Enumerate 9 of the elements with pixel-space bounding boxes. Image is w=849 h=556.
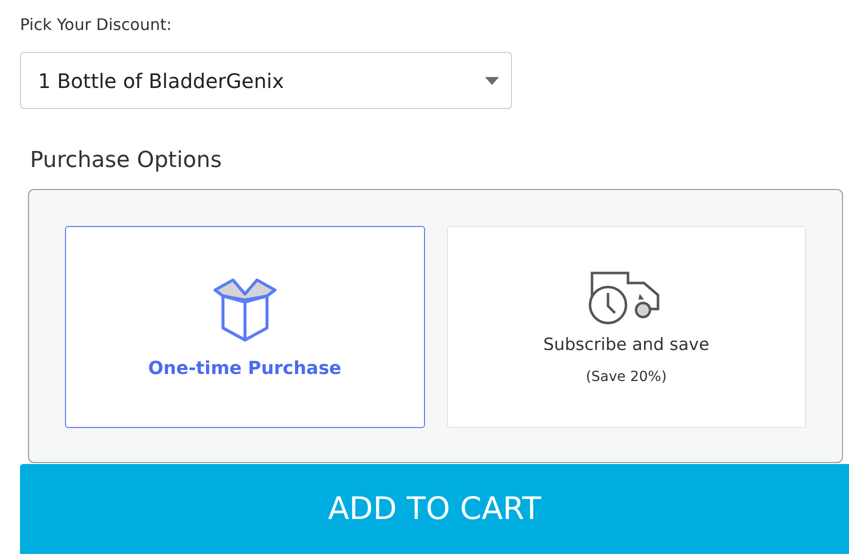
purchase-option-card[interactable]: One-time Purchase [65, 226, 424, 428]
caret-icon [485, 76, 499, 84]
option-note: (Save 20%) [586, 369, 667, 385]
section-title: Purchase Options [30, 147, 223, 175]
field-label: Pick Your Discount: [20, 14, 173, 36]
option-label: One-time Purchase [148, 358, 342, 378]
option-label: Subscribe and save [543, 335, 710, 355]
purchase-option-card[interactable]: Subscribe and save (Save 20%) [446, 226, 806, 428]
discount-select[interactable]: 1 Bottle of BladderGenix [20, 52, 512, 109]
